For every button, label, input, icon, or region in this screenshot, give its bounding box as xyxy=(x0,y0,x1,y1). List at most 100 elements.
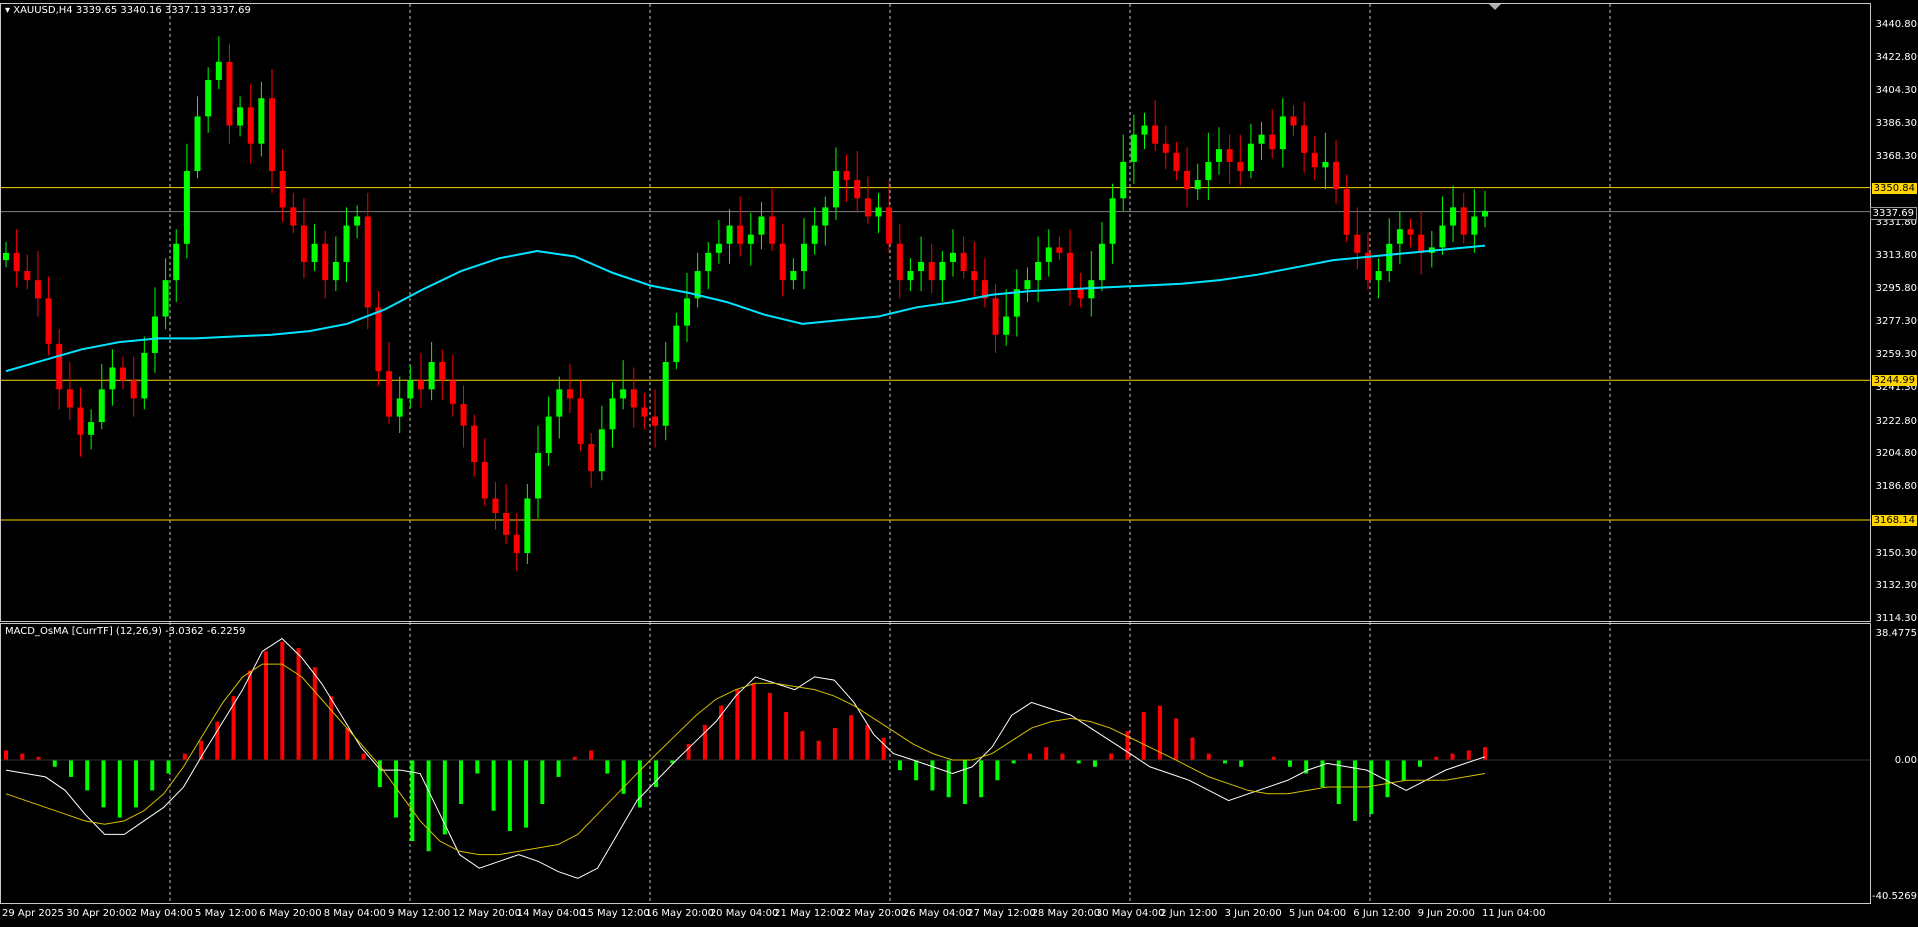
candle-body xyxy=(1109,198,1116,244)
candle-body xyxy=(481,462,488,499)
candle-body xyxy=(279,170,286,208)
candle-body xyxy=(151,316,158,353)
chart-canvas[interactable] xyxy=(0,0,1918,927)
candle-body xyxy=(811,225,818,244)
horizontal-line-label: 3168.14 xyxy=(1871,515,1917,527)
candle-body xyxy=(1258,134,1265,144)
candle-body xyxy=(949,252,956,262)
chart-window[interactable]: ▾ XAUUSD,H4 3339.65 3340.16 3337.13 3337… xyxy=(0,0,1918,927)
candle-body xyxy=(503,513,510,535)
candle-body xyxy=(822,207,829,226)
candle-body xyxy=(1024,280,1031,290)
candle-body xyxy=(1396,229,1403,244)
candle-body xyxy=(354,216,361,226)
time-tick: 11 Jun 04:00 xyxy=(1482,908,1546,919)
candle-body xyxy=(652,416,659,426)
candle-body xyxy=(332,261,339,281)
time-tick: 21 May 12:00 xyxy=(774,908,843,919)
candle-body xyxy=(790,271,797,281)
time-tick: 22 May 20:00 xyxy=(838,908,908,919)
candle-body xyxy=(1269,134,1276,150)
candle-body xyxy=(801,243,808,272)
candle-body xyxy=(1141,125,1148,135)
candle-body xyxy=(535,452,542,499)
candle-body xyxy=(130,380,137,399)
candle-body xyxy=(1173,152,1180,171)
price-pane-frame xyxy=(0,3,1871,622)
time-tick: 2 Jun 12:00 xyxy=(1160,908,1218,919)
price-tick: 3204.80 xyxy=(1875,448,1917,460)
candle-body xyxy=(1279,116,1286,150)
macd-line xyxy=(5,637,1486,879)
symbol-label: XAUUSD,H4 xyxy=(13,5,73,16)
candle-body xyxy=(1386,243,1393,272)
candle-body xyxy=(1215,149,1222,162)
candle-body xyxy=(854,180,861,199)
candle-body xyxy=(396,398,403,417)
price-tick: 3368.30 xyxy=(1875,150,1917,162)
candle-body xyxy=(1194,180,1201,190)
candle-body xyxy=(88,422,95,435)
candle-body xyxy=(545,416,552,453)
price-tick: 3114.30 xyxy=(1875,613,1917,624)
time-tick: 20 May 04:00 xyxy=(709,908,779,919)
candle-body xyxy=(1152,125,1159,144)
candle-body xyxy=(1205,161,1212,181)
candle-body xyxy=(886,207,893,244)
candle-body xyxy=(343,225,350,262)
price-tick: 3440.80 xyxy=(1875,19,1917,30)
time-tick: 6 Jun 12:00 xyxy=(1353,908,1411,919)
candle-body xyxy=(1460,207,1467,235)
candle-body xyxy=(1130,134,1137,162)
candle-body xyxy=(237,107,244,126)
indicator-label: MACD_OsMA [CurrTF] (12,26,9) -3.0362 -6.… xyxy=(5,626,246,637)
candle-body xyxy=(769,216,776,244)
time-tick: 27 May 12:00 xyxy=(967,908,1036,919)
horizontal-line-label: 3350.84 xyxy=(1871,182,1917,194)
candle-body xyxy=(1450,207,1457,226)
candle-body xyxy=(556,389,563,417)
price-tick: 3404.30 xyxy=(1875,85,1917,97)
price-tick: 3422.80 xyxy=(1875,51,1917,63)
candle-body xyxy=(24,271,31,281)
candle-body xyxy=(683,298,690,326)
horizontal-lines xyxy=(1,187,1870,521)
candle-body xyxy=(1322,161,1329,168)
time-tick: 9 May 12:00 xyxy=(388,908,451,919)
candle-body xyxy=(577,398,584,444)
price-tick: 3295.80 xyxy=(1875,282,1917,294)
candle-body xyxy=(269,98,276,171)
candle-body xyxy=(226,61,233,126)
candle-body xyxy=(588,443,595,472)
time-tick: 16 May 20:00 xyxy=(645,908,715,919)
time-tick: 26 May 04:00 xyxy=(902,908,972,919)
candle-body xyxy=(566,389,573,399)
current-price-label: 3337.69 xyxy=(1869,207,1917,220)
candle-body xyxy=(620,389,627,399)
price-tick: 3313.80 xyxy=(1875,250,1917,262)
chart-shift-marker-icon[interactable] xyxy=(1489,4,1501,10)
candle-body xyxy=(1311,152,1318,168)
time-tick: 30 Apr 20:00 xyxy=(66,908,132,919)
candle-body xyxy=(1439,225,1446,248)
time-tick: 2 May 04:00 xyxy=(130,908,193,919)
osma-histogram xyxy=(4,641,1487,852)
candle-body xyxy=(1088,280,1095,299)
time-tick: 6 May 20:00 xyxy=(259,908,322,919)
candle-body xyxy=(183,170,190,244)
collapse-triangle-icon[interactable]: ▾ xyxy=(5,5,10,16)
candle-body xyxy=(1407,229,1414,235)
time-tick: 5 Jun 04:00 xyxy=(1288,908,1347,919)
candle-body xyxy=(609,398,616,430)
price-tick: 3186.80 xyxy=(1875,481,1917,493)
candle-body xyxy=(896,243,903,281)
candle-body xyxy=(492,498,499,514)
candle-body xyxy=(3,252,9,261)
candle-body xyxy=(375,307,382,372)
candle-body xyxy=(918,261,925,272)
candle-body xyxy=(1045,247,1052,262)
candle-body xyxy=(737,225,744,244)
candle-body xyxy=(1056,247,1063,253)
candle-body xyxy=(726,225,733,244)
candle-body xyxy=(471,425,478,463)
